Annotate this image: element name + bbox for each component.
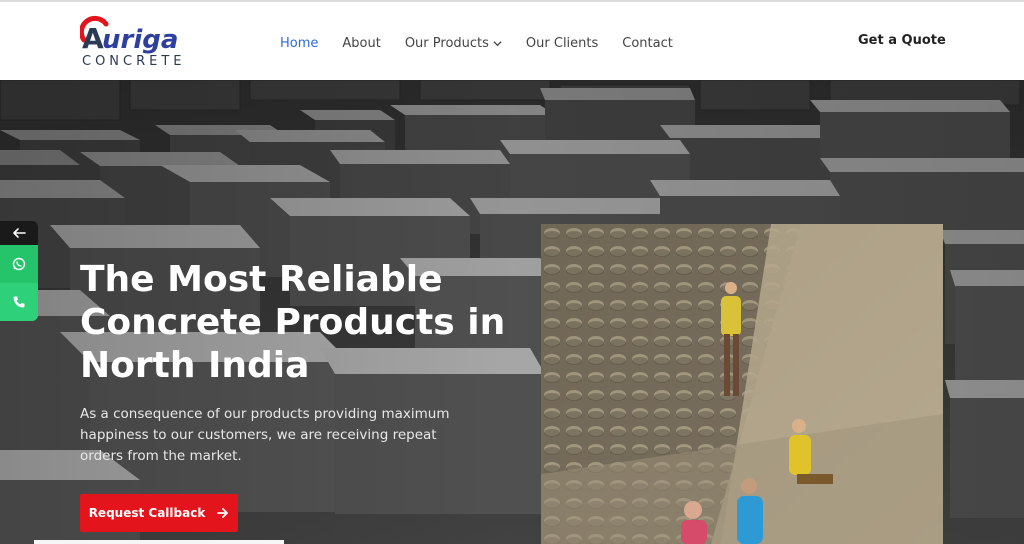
arrow-left-icon bbox=[13, 228, 26, 238]
miniature-figures-image bbox=[541, 224, 943, 544]
get-quote-link[interactable]: Get a Quote bbox=[858, 33, 946, 48]
request-callback-button[interactable]: Request Callback bbox=[80, 494, 238, 532]
nav-contact-label: Contact bbox=[622, 35, 673, 51]
chevron-down-icon bbox=[493, 40, 502, 46]
collapse-button[interactable] bbox=[0, 221, 38, 245]
site-header: A uriga CONCRETE Home About Our Products… bbox=[0, 0, 1024, 80]
nav-products-label: Our Products bbox=[404, 35, 489, 51]
nav-contact[interactable]: Contact bbox=[622, 33, 673, 53]
nav-clients-label: Our Clients bbox=[525, 35, 599, 51]
nav-about[interactable]: About bbox=[342, 33, 380, 53]
nav-about-label: About bbox=[342, 35, 381, 51]
hero-title: The Most Reliable Concrete Products in N… bbox=[80, 259, 506, 386]
logo[interactable]: A uriga CONCRETE bbox=[80, 14, 190, 72]
nav-products[interactable]: Our Products bbox=[405, 33, 502, 53]
whatsapp-icon bbox=[12, 257, 26, 271]
phone-icon bbox=[13, 296, 25, 308]
hero-description: As a consequence of our products providi… bbox=[80, 406, 450, 464]
request-callback-label: Request Callback bbox=[88, 506, 206, 520]
hero-section: The Most Reliable Concrete Products in N… bbox=[0, 80, 1024, 544]
nav-clients[interactable]: Our Clients bbox=[526, 33, 598, 53]
svg-text:A: A bbox=[82, 22, 104, 54]
logo-tagline: CONCRETE bbox=[82, 54, 186, 69]
logo-mark: A uriga bbox=[80, 15, 178, 54]
nav-home[interactable]: Home bbox=[280, 33, 318, 53]
phone-button[interactable] bbox=[0, 283, 38, 321]
svg-text:uriga: uriga bbox=[102, 25, 178, 54]
floating-contact-bar bbox=[0, 221, 38, 321]
main-nav: Home About Our Products Our Clients Cont… bbox=[280, 33, 673, 53]
bottom-strip bbox=[34, 540, 284, 544]
hero-photo bbox=[541, 224, 943, 544]
arrow-right-icon bbox=[217, 508, 229, 518]
nav-home-label: Home bbox=[280, 35, 319, 51]
whatsapp-button[interactable] bbox=[0, 245, 38, 283]
